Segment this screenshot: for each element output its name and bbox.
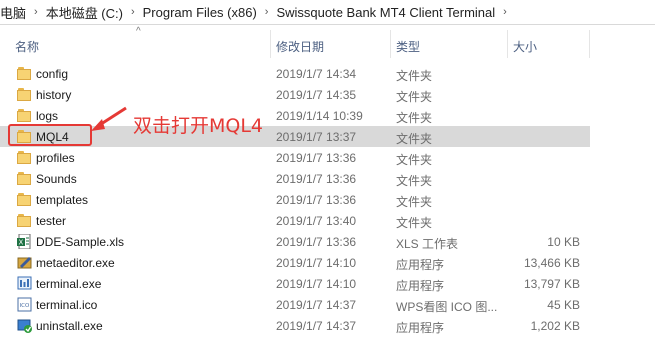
file-row[interactable]: ICO terminal.ico 2019/1/7 14:37 WPS看图 ICO 图…	[0, 294, 590, 315]
breadcrumb-separator-icon[interactable]: ›	[497, 6, 513, 18]
file-type: 应用程序	[396, 258, 445, 272]
file-name: history	[36, 88, 72, 102]
column-header-size[interactable]: 大小	[513, 38, 537, 55]
file-row[interactable]: X DDE-Sample.xls 2019/1/7 13:36 XLS 工作表 10 K…	[0, 231, 590, 252]
ico-file-icon: ICO	[17, 297, 33, 312]
file-name: terminal.exe	[36, 277, 102, 291]
file-date-modified: 2019/1/7 13:36	[276, 151, 357, 165]
file-date-modified: 2019/1/7 13:36	[276, 193, 357, 207]
file-date-modified: 2019/1/7 13:37	[276, 130, 357, 144]
file-name: Sounds	[36, 172, 77, 186]
file-name: config	[36, 67, 69, 81]
svg-text:ICO: ICO	[20, 303, 30, 309]
file-type: 文件夹	[396, 132, 433, 146]
file-row[interactable]: profiles 2019/1/7 13:36 文件夹	[0, 147, 590, 168]
file-row[interactable]: Sounds 2019/1/7 13:36 文件夹	[0, 168, 590, 189]
file-type: 文件夹	[396, 111, 433, 125]
column-header: ^ 名称 修改日期 类型 大小	[0, 24, 655, 62]
folder-icon	[17, 108, 33, 123]
file-name: tester	[36, 214, 67, 228]
file-name: profiles	[36, 151, 75, 165]
file-date-modified: 2019/1/7 14:10	[276, 256, 357, 270]
column-header-date[interactable]: 修改日期	[276, 38, 324, 55]
file-row[interactable]: config 2019/1/7 14:34 文件夹	[0, 63, 590, 84]
file-name: DDE-Sample.xls	[36, 235, 125, 249]
file-type: XLS 工作表	[396, 237, 459, 251]
file-row[interactable]: uninstall.exe 2019/1/7 14:37 应用程序 1,202 KB	[0, 315, 590, 336]
breadcrumb-item-current-folder[interactable]: Swissquote Bank MT4 Client Terminal	[274, 5, 497, 20]
folder-icon	[17, 213, 33, 228]
file-size: 45 KB	[547, 298, 580, 312]
folder-icon	[17, 192, 33, 207]
file-size: 10 KB	[547, 235, 580, 249]
file-date-modified: 2019/1/7 14:37	[276, 298, 357, 312]
file-type: 文件夹	[396, 174, 433, 188]
breadcrumb-item-computer[interactable]: 电脑	[0, 3, 28, 22]
file-name: uninstall.exe	[36, 319, 103, 333]
column-header-type[interactable]: 类型	[396, 38, 420, 55]
breadcrumb-separator-icon: ›	[130, 6, 135, 18]
breadcrumb: 电脑 › 本地磁盘 (C:) › Program Files (x86) › S…	[0, 0, 655, 25]
sort-ascending-icon: ^	[136, 26, 141, 37]
file-date-modified: 2019/1/7 13:36	[276, 172, 357, 186]
folder-icon	[17, 66, 33, 81]
file-date-modified: 2019/1/7 13:36	[276, 235, 357, 249]
excel-file-icon: X	[17, 233, 33, 250]
folder-icon	[17, 87, 33, 102]
file-row[interactable]: metaeditor.exe 2019/1/7 14:10 应用程序 13,466 K…	[0, 252, 590, 273]
metaeditor-app-icon	[17, 255, 33, 270]
annotation-arrow-icon	[91, 106, 127, 131]
file-type: 文件夹	[396, 195, 433, 209]
file-size: 13,797 KB	[523, 277, 580, 291]
file-date-modified: 2019/1/7 14:10	[276, 277, 357, 291]
annotation-highlight-box	[8, 124, 92, 146]
file-type: 文件夹	[396, 69, 433, 83]
column-divider[interactable]	[507, 30, 508, 58]
breadcrumb-item-drive[interactable]: 本地磁盘 (C:)	[44, 3, 125, 22]
annotation-text: 双击打开MQL4	[133, 115, 264, 137]
file-date-modified: 2019/1/7 13:40	[276, 214, 357, 228]
file-date-modified: 2019/1/7 14:35	[276, 88, 357, 102]
uninstall-app-icon	[17, 318, 33, 333]
file-row[interactable]: templates 2019/1/7 13:36 文件夹	[0, 189, 590, 210]
file-size: 13,466 KB	[523, 256, 580, 270]
folder-icon	[17, 150, 33, 165]
file-date-modified: 2019/1/7 14:37	[276, 319, 357, 333]
file-type: 应用程序	[396, 279, 445, 293]
file-date-modified: 2019/1/14 10:39	[276, 109, 363, 123]
file-type: 文件夹	[396, 216, 433, 230]
file-date-modified: 2019/1/7 14:34	[276, 67, 357, 81]
column-divider[interactable]	[270, 30, 271, 58]
file-size: 1,202 KB	[530, 319, 580, 333]
file-name: terminal.ico	[36, 298, 98, 312]
breadcrumb-separator-icon: ›	[264, 6, 269, 18]
file-type: WPS看图 ICO 图...	[396, 300, 498, 314]
file-name: templates	[36, 193, 89, 207]
file-row[interactable]: tester 2019/1/7 13:40 文件夹	[0, 210, 590, 231]
terminal-app-icon	[17, 276, 33, 291]
file-name: logs	[36, 109, 59, 123]
folder-icon	[17, 171, 33, 186]
column-divider[interactable]	[589, 30, 590, 58]
file-type: 文件夹	[396, 153, 433, 167]
column-divider[interactable]	[390, 30, 391, 58]
svg-text:X: X	[19, 239, 24, 247]
file-name: metaeditor.exe	[36, 256, 115, 270]
breadcrumb-item-program-files[interactable]: Program Files (x86)	[141, 5, 259, 20]
column-header-name[interactable]: 名称	[15, 38, 39, 55]
breadcrumb-separator-icon: ›	[34, 6, 38, 18]
file-row[interactable]: terminal.exe 2019/1/7 14:10 应用程序 13,797 KB	[0, 273, 590, 294]
file-type: 应用程序	[396, 321, 445, 335]
file-type: 文件夹	[396, 90, 433, 104]
file-row[interactable]: history 2019/1/7 14:35 文件夹	[0, 84, 590, 105]
